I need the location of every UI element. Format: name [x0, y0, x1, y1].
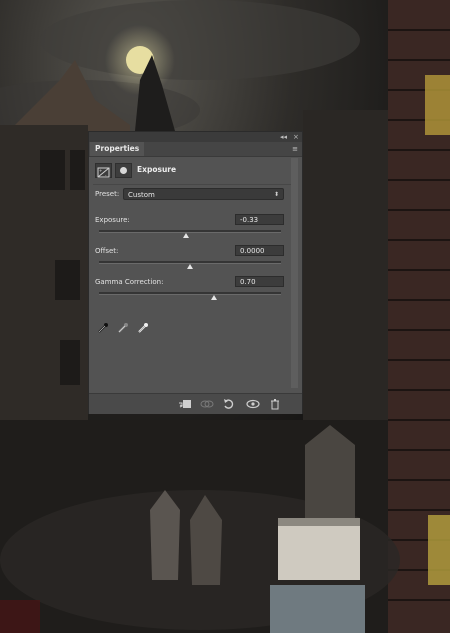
white-point-eyedropper-icon[interactable]: [137, 322, 149, 334]
panel-titlebar[interactable]: ◂◂ ×: [89, 132, 302, 142]
gamma-correction-field[interactable]: 0.70: [235, 276, 284, 287]
clip-to-layer-icon[interactable]: [177, 398, 193, 410]
properties-panel: ◂◂ × Properties ≡ + - Exposure Preset: C…: [88, 131, 303, 414]
exposure-slider-thumb[interactable]: [183, 233, 190, 238]
panel-footer: [89, 393, 302, 414]
black-point-eyedropper-icon[interactable]: [97, 322, 109, 334]
gamma-correction-label: Gamma Correction:: [95, 278, 164, 286]
exposure-slider-track[interactable]: [99, 230, 281, 238]
offset-slider-track[interactable]: [99, 261, 281, 269]
exposure-field[interactable]: -0.33: [235, 214, 284, 225]
panel-menu-icon[interactable]: ≡: [292, 145, 298, 153]
layer-mask-icon[interactable]: [115, 163, 132, 178]
panel-scrollbar[interactable]: [291, 158, 298, 388]
preset-select[interactable]: Custom ⬍: [123, 188, 284, 200]
offset-slider-thumb[interactable]: [187, 264, 193, 269]
gamma-slider-track[interactable]: [99, 292, 281, 300]
gamma-slider-thumb[interactable]: [210, 295, 217, 300]
tab-properties[interactable]: Properties: [90, 142, 145, 156]
panel-tab-row: Properties ≡: [89, 142, 302, 157]
divider: [93, 184, 298, 185]
preset-label: Preset:: [95, 190, 120, 198]
collapse-panel-icon[interactable]: ◂◂: [280, 132, 287, 142]
select-arrows-icon: ⬍: [273, 191, 279, 198]
view-previous-state-icon[interactable]: [199, 398, 215, 410]
close-panel-icon[interactable]: ×: [293, 132, 299, 142]
visibility-eye-icon[interactable]: [245, 398, 261, 410]
exposure-label: Exposure:: [95, 216, 130, 224]
preset-value: Custom: [128, 191, 155, 199]
adjustment-title: Exposure: [137, 165, 177, 174]
gray-point-eyedropper-icon[interactable]: [117, 322, 129, 334]
adjustment-layer-icon[interactable]: + -: [95, 163, 112, 178]
offset-field[interactable]: 0.0000: [235, 245, 284, 256]
reset-icon[interactable]: [221, 398, 237, 410]
offset-label: Offset:: [95, 247, 119, 255]
svg-text:+: +: [99, 168, 102, 173]
delete-icon[interactable]: [267, 398, 283, 410]
